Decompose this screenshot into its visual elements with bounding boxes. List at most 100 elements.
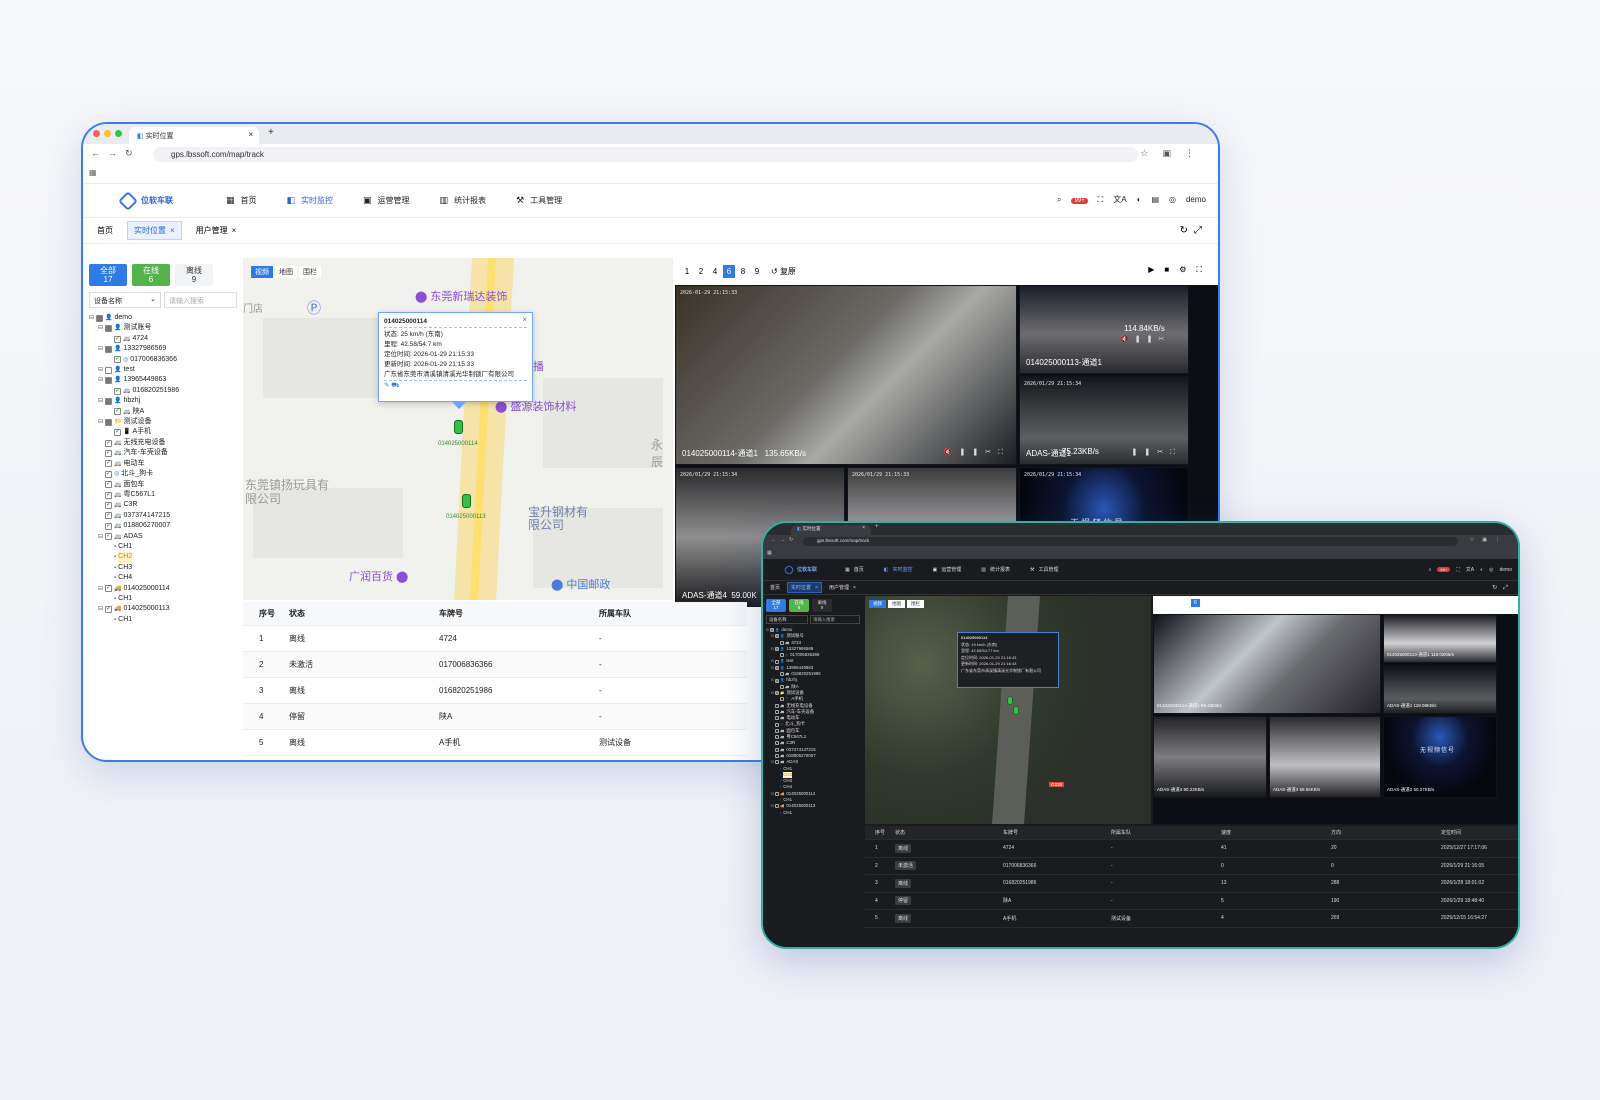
checkbox[interactable]: ✓ (775, 747, 779, 752)
tag-2[interactable]: 用户管理 × (190, 222, 243, 239)
checkbox[interactable]: ✓ (775, 710, 779, 714)
column-header[interactable]: 方向 (1331, 829, 1441, 836)
tree-node[interactable]: ⊟ 👤 hbzhj (89, 396, 237, 406)
user-avatar-icon[interactable]: ◎ (1489, 567, 1493, 573)
close-tag-icon[interactable]: × (815, 585, 818, 591)
checkbox[interactable] (775, 691, 779, 696)
fullscreen-icon[interactable]: ⛶ (1098, 195, 1104, 205)
checkbox[interactable]: ✓ (105, 449, 112, 457)
checkbox[interactable]: ✓ (775, 716, 779, 721)
tag-2[interactable]: 用户管理 × (826, 583, 859, 592)
checkbox[interactable]: ✓ (105, 512, 112, 520)
tree-node[interactable]: ✓ ◎ 017006836366 (89, 355, 237, 365)
column-header[interactable]: 定位时间 (1441, 829, 1518, 836)
checkbox[interactable]: ✓ (780, 684, 784, 689)
maximize-dot[interactable] (115, 130, 122, 137)
tree-node[interactable]: ✓ 🚐 粤C567L1 (89, 490, 237, 500)
checkbox[interactable] (105, 418, 112, 426)
menu-item[interactable]: ◧ 实时监控 (287, 195, 334, 206)
tree-node[interactable]: ⊟ 👤 13965449863 (89, 375, 237, 385)
browser-actions[interactable]: ☆▣⋮ (1140, 148, 1208, 159)
tab-fence[interactable]: 围栏 (907, 600, 924, 608)
poi-label[interactable]: 东莞镇扬玩具有限公司 (245, 478, 340, 506)
video-cell-controls[interactable]: 🔇❚❚✂ (1120, 335, 1170, 343)
poi-label[interactable]: 宝升钢材有限公司 (528, 506, 588, 532)
tree-node[interactable]: ✓ 🚐 面包车 (89, 480, 237, 490)
browser-actions[interactable]: ☆▣⋮ (1470, 537, 1508, 543)
satellite-map-view[interactable]: 视频 地图 围栏 G228 014025000114 状态: 19 km/h (… (865, 596, 1151, 824)
close-tab-icon[interactable]: × (248, 130, 253, 139)
checkbox[interactable] (105, 366, 112, 374)
search-icon[interactable]: ⌕ (1429, 567, 1432, 573)
notification-icon[interactable]: 99+ (1071, 195, 1088, 204)
checkbox[interactable]: ✓ (105, 533, 112, 541)
tree-node[interactable]: ⊟ ✓ 🚚 014025000114 (89, 584, 237, 594)
column-header[interactable]: 状态 (895, 829, 1003, 836)
url-input[interactable]: gps.lbssoft.com/map/track (803, 537, 1458, 546)
checkbox[interactable]: ✓ (105, 439, 112, 447)
checkbox[interactable]: ✓ (105, 460, 112, 468)
tag-1[interactable]: 实时位置 × (127, 221, 182, 240)
tag-0[interactable]: 首页 (91, 222, 119, 239)
checkbox[interactable]: ✓ (780, 640, 784, 645)
column-header[interactable]: 速度 (1221, 829, 1331, 836)
table-row[interactable]: 5 离线 A手机 测试设备 (243, 730, 747, 756)
tree-node[interactable]: ✓ 🚐 C3R (89, 500, 237, 510)
column-header[interactable]: 所属车队 (599, 608, 747, 619)
filter-online-button[interactable]: 在线 6 (132, 264, 170, 286)
device-search-input[interactable]: 请输入搜索 (810, 615, 860, 624)
checkbox[interactable] (770, 628, 774, 633)
checkbox[interactable]: ✓ (775, 703, 779, 708)
checkbox[interactable] (775, 659, 779, 664)
new-tab-icon[interactable]: + (875, 524, 879, 530)
close-tab-icon[interactable]: × (862, 525, 865, 531)
checkbox[interactable]: ✓ (775, 760, 779, 765)
expand-icon[interactable]: ⊟ (98, 365, 105, 375)
expand-icon[interactable]: ⊟ (98, 396, 105, 406)
checkbox[interactable] (105, 325, 112, 333)
page-button[interactable]: 4 (709, 265, 721, 278)
video-cell[interactable]: ADAS-通道3 58.56KB/s (1269, 716, 1381, 798)
docs-icon[interactable]: ▤ (1151, 195, 1159, 204)
checkbox[interactable]: ✓ (780, 653, 784, 658)
checkbox[interactable]: ✓ (780, 672, 784, 677)
checkbox[interactable]: ✓ (105, 491, 112, 499)
checkbox[interactable] (105, 397, 112, 405)
user-name[interactable]: demo (1499, 567, 1512, 573)
tree-node[interactable]: ⊟ ✓ 🚚 014025000113 (89, 604, 237, 614)
table-row[interactable]: 3 离线 016820251986 - (243, 678, 747, 704)
filter-offline-button[interactable]: 离线 9 (175, 264, 213, 286)
page-button[interactable]: 2 (695, 265, 707, 278)
page-button[interactable]: 1 (681, 265, 693, 278)
checkbox[interactable] (105, 345, 112, 353)
tree-node[interactable]: ▪ CH4 (89, 573, 237, 583)
restore-button[interactable]: ↺ 复原 (771, 266, 796, 277)
tree-node[interactable]: ▪ CH2 (89, 552, 237, 563)
menu-item[interactable]: ▥ 统计报表 (981, 566, 1010, 574)
browser-tab[interactable]: ◧ 实时位置 × (129, 127, 259, 144)
tree-node[interactable]: ✓ 📱 A手机 (89, 427, 237, 437)
tags-tools[interactable]: ↻⤢ (1492, 584, 1514, 592)
video-cell[interactable]: 无视频信号 ADAS-通道2 50.27KB/s (1383, 716, 1497, 798)
menu-item[interactable]: ▣ 运营管理 (933, 566, 962, 574)
user-avatar-icon[interactable]: ◎ (1169, 195, 1176, 204)
column-header[interactable]: 车牌号 (1003, 829, 1111, 836)
expand-icon[interactable]: ⊟ (98, 584, 105, 594)
tab-map[interactable]: 地图 (888, 600, 905, 608)
vehicle-marker[interactable] (1013, 706, 1019, 715)
menu-item[interactable]: ▣ 运营管理 (363, 195, 410, 206)
tree-node[interactable]: ⊟ ✓ 🚐 ADAS (89, 532, 237, 542)
page-button[interactable]: 9 (751, 265, 763, 278)
menu-item[interactable]: ⚒ 工具管理 (1030, 566, 1059, 574)
nav-buttons[interactable]: ←→↻ (771, 537, 797, 543)
app-logo[interactable]: 位软车联 (783, 563, 845, 576)
user-name[interactable]: demo (1186, 195, 1206, 204)
device-search-input[interactable]: 请输入搜索 (164, 292, 237, 308)
video-controls[interactable]: ▶■⚙⛶ (1148, 265, 1212, 275)
column-header[interactable]: 序号 (243, 608, 279, 619)
browser-tab[interactable]: ◧ 实时位置 × (791, 525, 871, 535)
column-header[interactable]: 状态 (279, 608, 439, 619)
checkbox[interactable]: ✓ (105, 481, 112, 489)
expand-icon[interactable]: ⊟ (98, 344, 105, 354)
tree-node[interactable]: ✓ 🚐 汽车-车壳设备 (89, 448, 237, 458)
